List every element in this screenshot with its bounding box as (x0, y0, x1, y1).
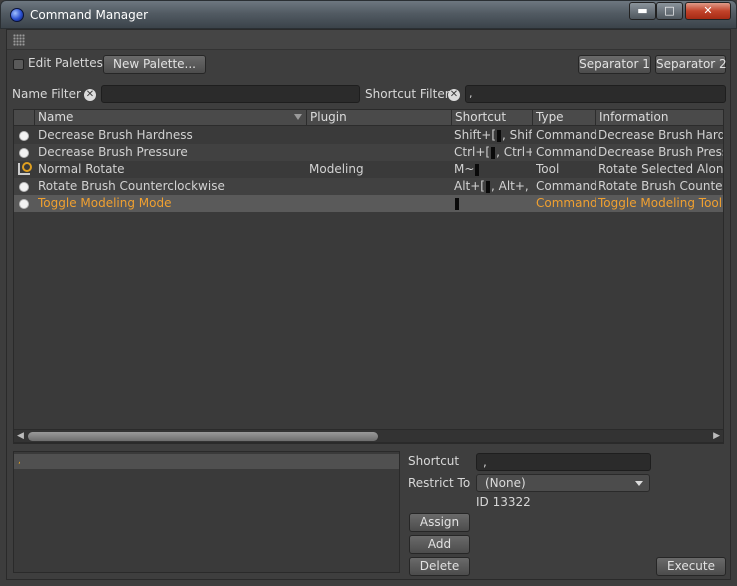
title-bar: Command Manager ▬ □ ✕ (0, 0, 737, 29)
command-id-label: ID 13322 (476, 495, 531, 509)
table-row[interactable]: Rotate Brush Counterclockwise Alt+[, Alt… (14, 178, 723, 195)
scrollbar-thumb[interactable] (28, 432, 378, 441)
rotate-tool-icon (18, 162, 32, 175)
separator2-button[interactable]: Separator 2 (655, 55, 727, 74)
restrict-to-dropdown[interactable]: (None) (476, 474, 650, 492)
chevron-down-icon (635, 481, 643, 486)
shortcut-list: , (13, 451, 400, 573)
shortcut-filter-label: Shortcut Filter (365, 87, 450, 101)
app-logo-icon (10, 8, 24, 22)
column-header-information[interactable]: Information (595, 110, 723, 126)
separator1-button[interactable]: Separator 1 (578, 55, 651, 74)
edit-palettes-label: Edit Palettes (28, 56, 103, 70)
clear-shortcut-filter-icon[interactable]: ✕ (448, 89, 460, 101)
clear-name-filter-icon[interactable]: ✕ (84, 89, 96, 101)
edit-palettes-checkbox[interactable] (13, 59, 24, 70)
column-header-type[interactable]: Type (532, 110, 595, 126)
circle-icon (19, 131, 29, 141)
minimize-button[interactable]: ▬ (629, 2, 656, 20)
execute-button[interactable]: Execute (656, 557, 726, 576)
shortcut-label: Shortcut (408, 454, 460, 468)
list-item[interactable]: , (14, 454, 399, 469)
table-row-selected[interactable]: Toggle Modeling Mode Command Toggle Mode… (14, 195, 723, 212)
column-header-name[interactable]: Name (34, 110, 306, 126)
horizontal-scrollbar[interactable]: ◀ ▶ (13, 429, 724, 443)
restrict-to-label: Restrict To (408, 476, 471, 490)
table-row[interactable]: Normal Rotate Modeling M~ Tool Rotate Se… (14, 161, 723, 178)
window-title: Command Manager (30, 8, 149, 22)
scroll-right-arrow-icon[interactable]: ▶ (713, 431, 720, 441)
add-button[interactable]: Add (409, 535, 470, 554)
column-header-shortcut[interactable]: Shortcut (451, 110, 532, 126)
sort-descending-icon (294, 114, 302, 120)
name-filter-input[interactable] (101, 85, 360, 103)
command-table: Name Plugin Shortcut Type Information De… (13, 109, 724, 444)
table-row[interactable]: Decrease Brush Pressure Ctrl+[, Ctrl+, C… (14, 144, 723, 161)
maximize-button[interactable]: □ (656, 2, 683, 20)
circle-icon (19, 182, 29, 192)
circle-icon (19, 199, 29, 209)
command-manager-window: Edit Palettes New Palette... Separator 1… (6, 29, 731, 580)
table-row[interactable]: Decrease Brush Hardness Shift+[, Shift+,… (14, 127, 723, 144)
assign-button[interactable]: Assign (409, 513, 470, 532)
column-header-plugin[interactable]: Plugin (306, 110, 451, 126)
name-filter-label: Name Filter (12, 87, 81, 101)
delete-button[interactable]: Delete (409, 557, 470, 576)
circle-icon (19, 148, 29, 158)
shortcut-input[interactable]: , (476, 453, 651, 471)
close-button[interactable]: ✕ (685, 2, 731, 20)
panel-grip-bar (7, 30, 730, 50)
new-palette-button[interactable]: New Palette... (103, 55, 206, 74)
scroll-left-arrow-icon[interactable]: ◀ (17, 431, 24, 441)
shortcut-filter-input[interactable]: , (465, 85, 726, 103)
grip-handle-icon[interactable] (13, 34, 25, 46)
table-header: Name Plugin Shortcut Type Information (14, 110, 723, 126)
